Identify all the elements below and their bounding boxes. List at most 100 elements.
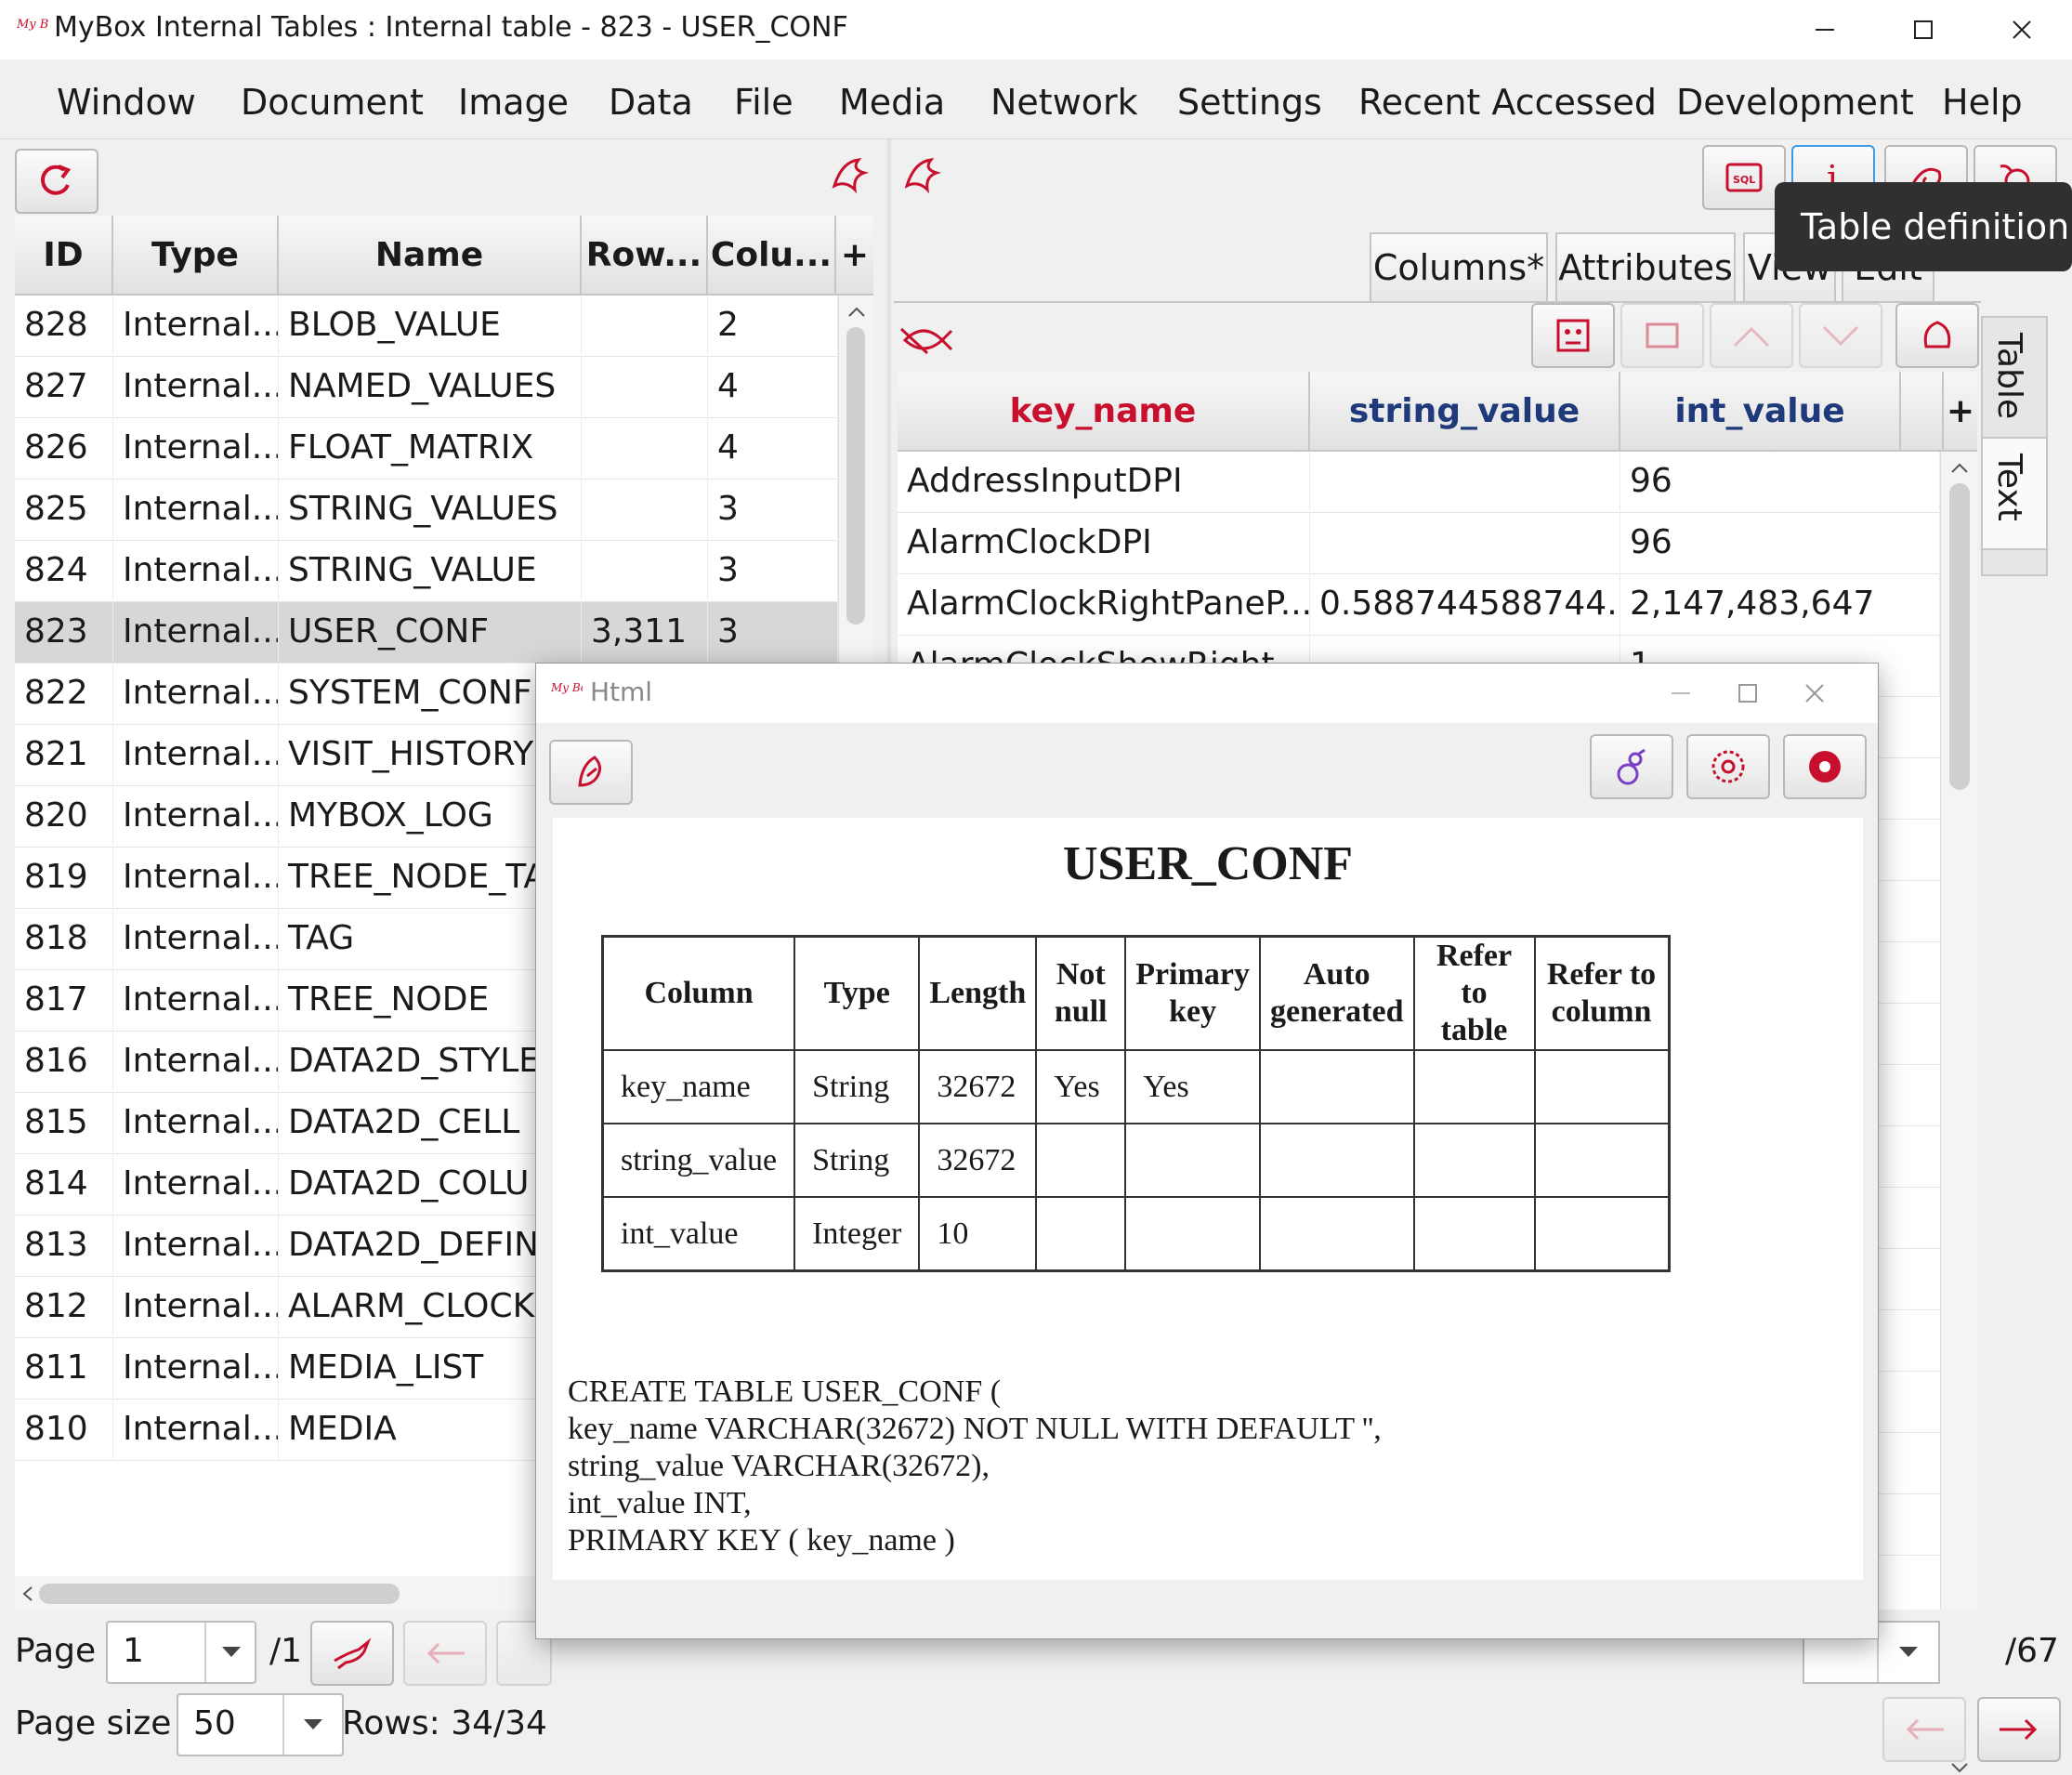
menu-window[interactable]: Window (57, 82, 196, 123)
sql-button[interactable]: SQL (1702, 145, 1786, 210)
menu-image[interactable]: Image (458, 82, 569, 123)
col-header-id[interactable]: ID (15, 216, 113, 294)
columns-vscrollbar[interactable] (1940, 452, 1977, 1773)
cell-id[interactable]: 810 (15, 1400, 113, 1459)
page-dropdown-button[interactable] (1877, 1623, 1938, 1682)
column-row[interactable]: AlarmClockRightPaneP... 0.588744588744...… (898, 574, 1940, 636)
cell-id[interactable]: 813 (15, 1216, 113, 1275)
col-header-type[interactable]: Type (113, 216, 279, 294)
cell-type[interactable]: Internal... (113, 970, 279, 1030)
cell-id[interactable]: 826 (15, 418, 113, 478)
page-size-dropdown-button[interactable] (282, 1695, 342, 1755)
vscroll-thumb[interactable] (846, 327, 865, 625)
cell-cols[interactable]: 3 (708, 541, 838, 600)
menu-document[interactable]: Document (241, 82, 424, 123)
menu-data[interactable]: Data (609, 82, 693, 123)
cell-type[interactable]: Internal... (113, 909, 279, 968)
column-copy-button[interactable] (1620, 303, 1704, 368)
table-row[interactable]: 828 Internal... BLOB_VALUE 2 (15, 296, 838, 357)
cell-name[interactable]: FLOAT_MATRIX (279, 418, 582, 478)
cell-type[interactable]: Internal... (113, 1216, 279, 1275)
hscroll-thumb[interactable] (39, 1584, 400, 1604)
cell-rows[interactable] (582, 541, 708, 600)
col-header-name[interactable]: Name (279, 216, 582, 294)
cell-type[interactable]: Internal... (113, 418, 279, 478)
cell-id[interactable]: 818 (15, 909, 113, 968)
cell-key[interactable]: AlarmClockRightPaneP... (898, 574, 1310, 634)
cell-str[interactable]: 0.588744588744... (1310, 574, 1620, 634)
cell-id[interactable]: 814 (15, 1154, 113, 1214)
cell-rows[interactable] (582, 296, 708, 355)
cell-cols[interactable]: 3 (708, 602, 838, 662)
cell-id[interactable]: 811 (15, 1338, 113, 1398)
cell-name[interactable]: STRING_VALUES (279, 480, 582, 539)
move-up-button[interactable] (1710, 303, 1793, 368)
refresh-button[interactable] (15, 149, 98, 214)
cell-type[interactable]: Internal... (113, 602, 279, 662)
cell-type[interactable]: Internal... (113, 786, 279, 846)
dialog-menu-button[interactable] (1590, 734, 1673, 799)
dialog-options-button[interactable] (1783, 734, 1867, 799)
menu-network[interactable]: Network (990, 82, 1138, 123)
page-combobox[interactable]: 1 (106, 1621, 256, 1684)
cell-rows[interactable] (582, 480, 708, 539)
page-size-combobox[interactable]: 50 (177, 1693, 344, 1756)
cell-type[interactable]: Internal... (113, 1093, 279, 1152)
add-column-button[interactable]: + (836, 216, 873, 294)
cell-int[interactable]: 96 (1620, 452, 1940, 511)
cell-type[interactable]: Internal... (113, 1154, 279, 1214)
cell-id[interactable]: 828 (15, 296, 113, 355)
menu-recent[interactable]: Recent Accessed (1358, 82, 1657, 123)
col-header-rows[interactable]: Row... (582, 216, 708, 294)
dialog-settings-button[interactable] (1686, 734, 1770, 799)
cell-cols[interactable]: 4 (708, 418, 838, 478)
cell-type[interactable]: Internal... (113, 1032, 279, 1091)
cell-name[interactable]: NAMED_VALUES (279, 357, 582, 416)
tab-columns[interactable]: Columns* (1370, 232, 1548, 301)
col-header-cols[interactable]: Colu... (708, 216, 836, 294)
table-row[interactable]: 826 Internal... FLOAT_MATRIX 4 (15, 418, 838, 480)
menu-help[interactable]: Help (1942, 82, 2023, 123)
cell-str[interactable] (1310, 452, 1620, 511)
add-column-button[interactable]: + (1944, 372, 1977, 450)
cell-id[interactable]: 820 (15, 786, 113, 846)
cell-int[interactable]: 2,147,483,647 (1620, 574, 1940, 634)
cell-id[interactable]: 819 (15, 848, 113, 907)
col-header-string-value[interactable]: string_value (1310, 372, 1620, 450)
column-edit-button[interactable] (1531, 303, 1615, 368)
cell-str[interactable] (1310, 513, 1620, 572)
move-down-button[interactable] (1799, 303, 1882, 368)
cell-cols[interactable]: 4 (708, 357, 838, 416)
table-row[interactable]: 825 Internal... STRING_VALUES 3 (15, 480, 838, 541)
cell-name[interactable]: STRING_VALUE (279, 541, 582, 600)
cell-id[interactable]: 817 (15, 970, 113, 1030)
cell-cols[interactable]: 2 (708, 296, 838, 355)
cell-id[interactable]: 827 (15, 357, 113, 416)
cell-id[interactable]: 822 (15, 664, 113, 723)
cell-cols[interactable]: 3 (708, 480, 838, 539)
cell-rows[interactable]: 3,311 (582, 602, 708, 662)
cell-id[interactable]: 823 (15, 602, 113, 662)
cell-type[interactable]: Internal... (113, 848, 279, 907)
tab-attributes[interactable]: Attributes (1555, 232, 1736, 301)
col-header-key-name[interactable]: key_name (898, 372, 1310, 450)
side-tab-text[interactable]: Text (1981, 437, 2048, 550)
minimize-button[interactable] (1777, 0, 1873, 59)
cell-int[interactable]: 96 (1620, 513, 1940, 572)
column-delete-button[interactable] (1895, 303, 1979, 368)
cell-type[interactable]: Internal... (113, 541, 279, 600)
previous-page-button[interactable] (403, 1621, 487, 1686)
page-value[interactable]: 1 (123, 1632, 144, 1670)
cell-type[interactable]: Internal... (113, 1277, 279, 1336)
cell-id[interactable]: 816 (15, 1032, 113, 1091)
col-header-int-value[interactable]: int_value (1620, 372, 1901, 450)
menu-file[interactable]: File (734, 82, 793, 123)
vscroll-thumb[interactable] (1949, 483, 1970, 790)
previous-page-button[interactable] (1882, 1697, 1966, 1762)
maximize-button[interactable] (1875, 0, 1972, 59)
cell-key[interactable]: AlarmClockDPI (898, 513, 1310, 572)
cell-type[interactable]: Internal... (113, 1400, 279, 1459)
cell-type[interactable]: Internal... (113, 664, 279, 723)
cell-id[interactable]: 821 (15, 725, 113, 784)
dialog-edit-button[interactable] (549, 740, 633, 805)
